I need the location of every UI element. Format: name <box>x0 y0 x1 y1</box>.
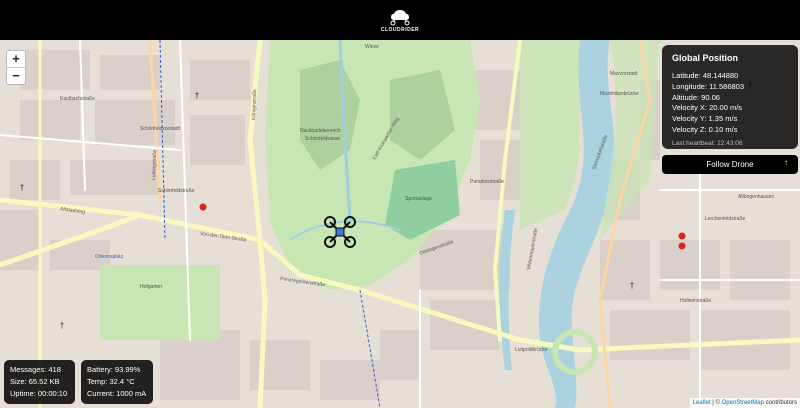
church-icon: † <box>630 281 634 290</box>
map-label: Lerchenfeldstraße <box>705 216 746 222</box>
arrow-up-icon: ↑ <box>784 158 788 167</box>
map-label: Paradiesstraße <box>470 179 504 185</box>
velocity-z-value: Velocity Z: 0.10 m/s <box>672 124 738 134</box>
hospital-icon <box>678 242 686 250</box>
hospital-icon <box>678 232 686 240</box>
map-label: Nackbadeberreich <box>300 128 341 134</box>
map-label: Altbogenhausen <box>738 194 774 200</box>
map-attribution: Leaflet | © OpenStreetMap contributors <box>689 398 800 408</box>
messages-count: Messages: 418 <box>10 365 61 374</box>
church-icon: † <box>20 183 24 192</box>
attribution-separator: | © <box>710 400 722 406</box>
map-label: Maximilianbrücke <box>600 91 639 97</box>
follow-drone-label: Follow Drone <box>706 160 754 169</box>
velocity-x-value: Velocity X: 20.00 m/s <box>672 103 743 113</box>
map-label: Sportanlage <box>405 196 432 202</box>
current-value: Current: 1000 mA <box>87 389 147 398</box>
map-label: Luitpoldbrücke <box>515 347 548 353</box>
map-label: Maxvorstadt <box>610 71 638 77</box>
zoom-in-button[interactable]: + <box>7 51 25 68</box>
heartbeat-text: Last heartbeat: 22:43:06 <box>672 139 743 147</box>
osm-link[interactable]: OpenStreetMap <box>722 400 764 406</box>
map-label: Wiese <box>365 44 379 50</box>
temperature-value: Temp: 32.4 °C <box>87 377 135 386</box>
top-bar: CLOUDRIDER <box>0 0 800 40</box>
logo-text: CLOUDRIDER <box>380 26 420 33</box>
map-label: Odeonsplatz <box>95 254 124 260</box>
hospital-icon <box>199 203 207 211</box>
map-label: Kaulbachstraße <box>60 96 95 102</box>
map-label: Königinstraße <box>251 89 258 120</box>
church-icon: † <box>195 91 199 100</box>
altitude-value: Altitude: 90.06 <box>672 92 720 102</box>
zoom-out-button[interactable]: − <box>7 68 25 84</box>
attribution-contributors: contributors <box>763 400 797 406</box>
map-label: Schönfeldstraße <box>158 188 195 194</box>
velocity-y-value: Velocity Y: 1.35 m/s <box>672 114 738 124</box>
map-label: Schönfeldvorstadt <box>140 126 181 132</box>
panel-title: Global Position <box>672 53 739 63</box>
map-label: Holbeinstraße <box>680 298 711 304</box>
global-position-panel: Global Position Latitude: 48.144880 Long… <box>662 45 798 149</box>
data-size: Size: 65.52 KB <box>10 377 60 386</box>
map-label: Schönfeldwiese <box>305 136 340 142</box>
zoom-control: + − <box>6 50 26 85</box>
leaflet-link[interactable]: Leaflet <box>693 400 711 406</box>
drone-logo-icon <box>390 9 410 25</box>
telemetry-stats-panel: Battery: 93.99% Temp: 32.4 °C Current: 1… <box>81 360 153 404</box>
map-label: Ludwigstraße <box>151 150 158 180</box>
uptime-value: Uptime: 00:00:10 <box>10 389 68 398</box>
latitude-value: Latitude: 48.144880 <box>672 71 739 80</box>
battery-value: Battery: 93.99% <box>87 365 141 374</box>
follow-drone-button[interactable]: Follow Drone ↑ <box>662 155 798 174</box>
map-label: Hofgarten <box>140 284 162 290</box>
longitude-value: Longitude: 11.586803 <box>672 81 745 91</box>
church-icon: † <box>60 321 64 330</box>
message-stats-panel: Messages: 418 Size: 65.52 KB Uptime: 00:… <box>4 360 75 404</box>
